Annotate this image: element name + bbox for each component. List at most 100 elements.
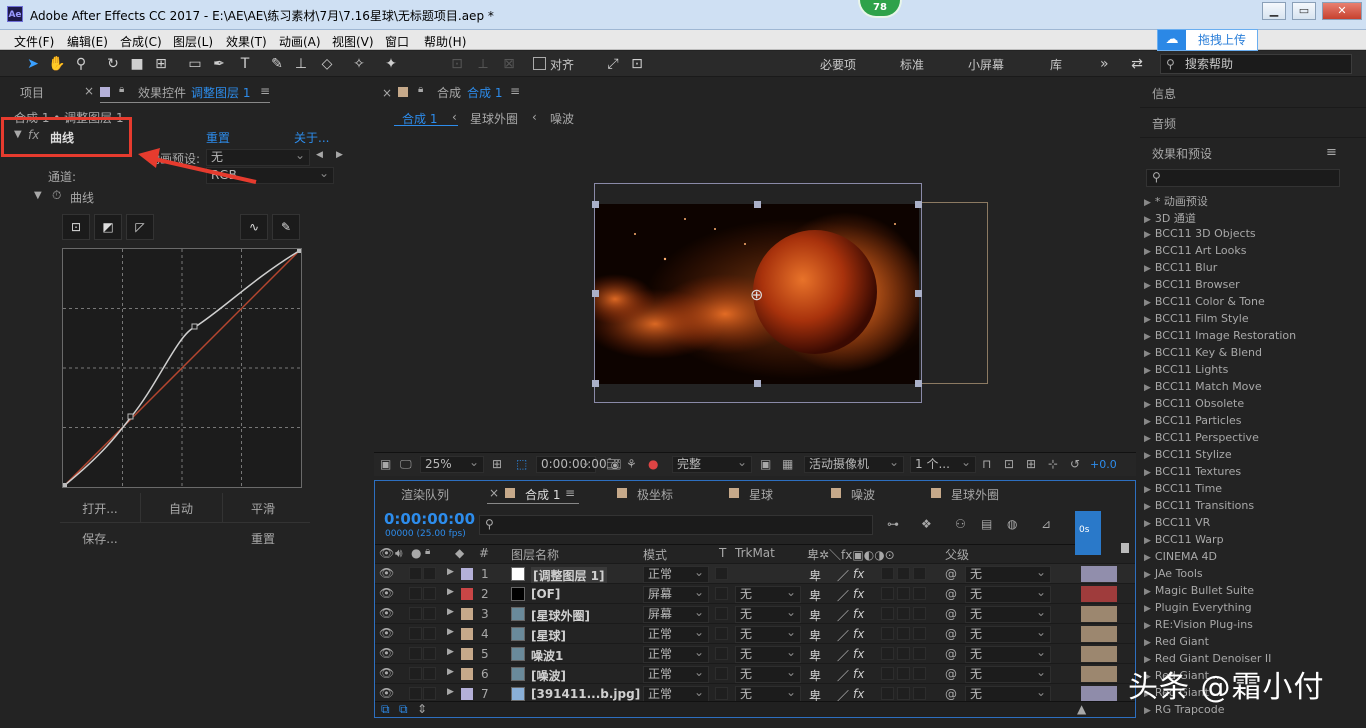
solo-toggle[interactable] [409,687,422,700]
adjustment-toggle[interactable] [913,627,926,640]
label-color-swatch[interactable] [461,588,473,600]
rotate-tool-icon[interactable]: ↻ [104,55,122,73]
eye-icon[interactable]: 👁︎ [379,666,394,680]
search-help-input[interactable]: 搜索帮助 [1160,54,1352,74]
workspace-libraries[interactable]: 库 [1050,56,1062,73]
zoom-slider[interactable]: ▲ [1077,702,1086,716]
tab-project[interactable]: 项目 [20,84,44,101]
eye-icon[interactable]: 👁︎ [379,606,394,620]
layer-row[interactable]: 👁︎▶6[噪波]正常无卑／fx@无 [375,663,1135,683]
shy-switch-icon[interactable]: 卑 [809,607,821,624]
adjustment-toggle[interactable] [913,647,926,660]
hand-tool-icon[interactable]: ✋ [48,55,66,73]
effects-category-item[interactable]: ▶ RE:Vision Plug-ins [1144,618,1253,631]
roi-icon[interactable]: ▣ [760,457,771,471]
pickwhip-icon[interactable]: @ [945,567,957,581]
tab-noise[interactable]: 噪波 [851,486,875,503]
toggle-switches-icon[interactable]: ⧉ [381,702,390,717]
snap-edge-icon[interactable]: ⤢ [604,55,622,73]
solo-toggle[interactable] [409,667,422,680]
solo-toggle[interactable] [409,607,422,620]
layer-duration-bar[interactable] [1081,606,1117,622]
save-button[interactable]: 保存... [70,530,130,547]
camera-dropdown[interactable]: 活动摄像机 [804,455,904,473]
lock-toggle[interactable] [423,687,436,700]
puppet-pin-tool-icon[interactable]: ✦ [382,55,400,73]
minimize-button[interactable]: ▁ [1262,2,1286,20]
effects-category-item[interactable]: ▶ JAe Tools [1144,567,1203,580]
world-axis-icon[interactable]: ⟂ [474,55,492,73]
auto-button[interactable]: 自动 [151,500,211,517]
eye-icon[interactable]: 👁︎ [379,586,394,600]
anchor-point-icon[interactable]: ⊕ [750,285,763,304]
menu-animation[interactable]: 动画(A) [279,33,321,50]
selection-tool-icon[interactable]: ➤ [24,55,42,73]
layer-search-input[interactable] [479,515,873,535]
trkmat-dropdown[interactable]: 无 [735,585,801,603]
tab-menu-icon[interactable]: ≡ [565,486,575,500]
motion-blur-toggle[interactable] [897,627,910,640]
next-preset-icon[interactable]: ▶ [336,150,343,160]
motion-blur-toggle[interactable] [897,587,910,600]
blend-mode-dropdown[interactable]: 屏幕 [643,585,709,603]
pickwhip-icon[interactable]: @ [945,587,957,601]
expand-arrow-icon[interactable]: ▶ [447,587,454,597]
blend-mode-dropdown[interactable]: 正常 [643,665,709,683]
fx-switch-icon[interactable]: fx [853,627,864,641]
shy-switch-icon[interactable]: 卑 [809,647,821,664]
effects-category-item[interactable]: ▶ 3D 通道 [1144,210,1196,226]
solo-toggle[interactable] [409,647,422,660]
more-workspaces-icon[interactable]: » [1100,56,1109,72]
effects-category-item[interactable]: ▶ BCC11 Image Restoration [1144,329,1296,342]
adjustment-toggle[interactable] [913,687,926,700]
parent-dropdown[interactable]: 无 [965,585,1051,603]
effects-category-item[interactable]: ▶ Plugin Everything [1144,601,1252,614]
expand-arrow-icon[interactable]: ▶ [447,667,454,677]
fx-switch-icon[interactable]: fx [853,687,864,701]
transparency-grid-icon[interactable]: ▦ [782,457,793,471]
shy-layers-icon[interactable]: ⚇ [955,517,966,531]
layer-name[interactable]: 噪波1 [531,647,563,664]
fx-switch-icon[interactable]: fx [853,667,864,681]
layer-duration-bar[interactable] [1081,646,1117,662]
viewer-lock-icon[interactable]: 🔒︎ [418,84,423,95]
blend-mode-dropdown[interactable]: 正常 [643,625,709,643]
timeline-icon[interactable]: ⊞ [1026,457,1036,471]
effects-category-item[interactable]: ▶ Red Giant [1144,635,1209,648]
grid-icon[interactable]: ⊞ [492,457,502,471]
camera-tool-icon[interactable]: ■ [128,55,146,73]
menu-file[interactable]: 文件(F) [14,33,54,50]
blend-mode-dropdown[interactable]: 屏幕 [643,605,709,623]
fast-preview-icon[interactable]: ⊡ [1004,457,1014,471]
expand-arrow-icon[interactable]: ▶ [447,607,454,617]
effects-category-item[interactable]: ▶ BCC11 Time [1144,482,1222,495]
solo-toggle[interactable] [409,587,422,600]
effects-category-item[interactable]: ▶ BCC11 Perspective [1144,431,1259,444]
layer-row[interactable]: 👁︎▶3[星球外圈]屏幕无卑／fx@无 [375,603,1135,623]
tab-planet-ring[interactable]: 星球外圈 [951,486,999,503]
effects-category-item[interactable]: ▶ BCC11 Browser [1144,278,1240,291]
crumb-noise[interactable]: 噪波 [550,110,574,127]
preserve-transparency-toggle[interactable] [715,687,728,700]
trkmat-dropdown[interactable]: 无 [735,605,801,623]
trkmat-dropdown[interactable]: 无 [735,625,801,643]
shy-switch-icon[interactable]: 卑 [809,667,821,684]
adjustment-toggle[interactable] [913,587,926,600]
reset-exposure-icon[interactable]: ↺ [1070,457,1080,471]
parent-dropdown[interactable]: 无 [965,645,1051,663]
motion-blur-toggle[interactable] [897,687,910,700]
fx-switch-icon[interactable]: fx [853,607,864,621]
motion-blur-icon[interactable]: ◍ [1007,517,1017,531]
zoom-dropdown[interactable]: 25% [420,455,484,473]
drag-upload-button[interactable]: ☁ 拖拽上传 [1157,29,1258,51]
eye-icon[interactable]: 👁︎ [379,686,394,700]
crumb-comp1[interactable]: 合成 1 [402,110,437,127]
layer-duration-bar[interactable] [1081,686,1117,702]
lock-toggle[interactable] [423,567,436,580]
brush-tool-icon[interactable]: ✎ [268,55,286,73]
effects-category-item[interactable]: ▶ BCC11 3D Objects [1144,227,1256,240]
lock-toggle[interactable] [423,667,436,680]
effects-category-item[interactable]: ▶ BCC11 Lights [1144,363,1228,376]
resolution-dropdown[interactable]: 完整 [672,455,752,473]
quality-switch-icon[interactable]: ／ [837,647,849,664]
